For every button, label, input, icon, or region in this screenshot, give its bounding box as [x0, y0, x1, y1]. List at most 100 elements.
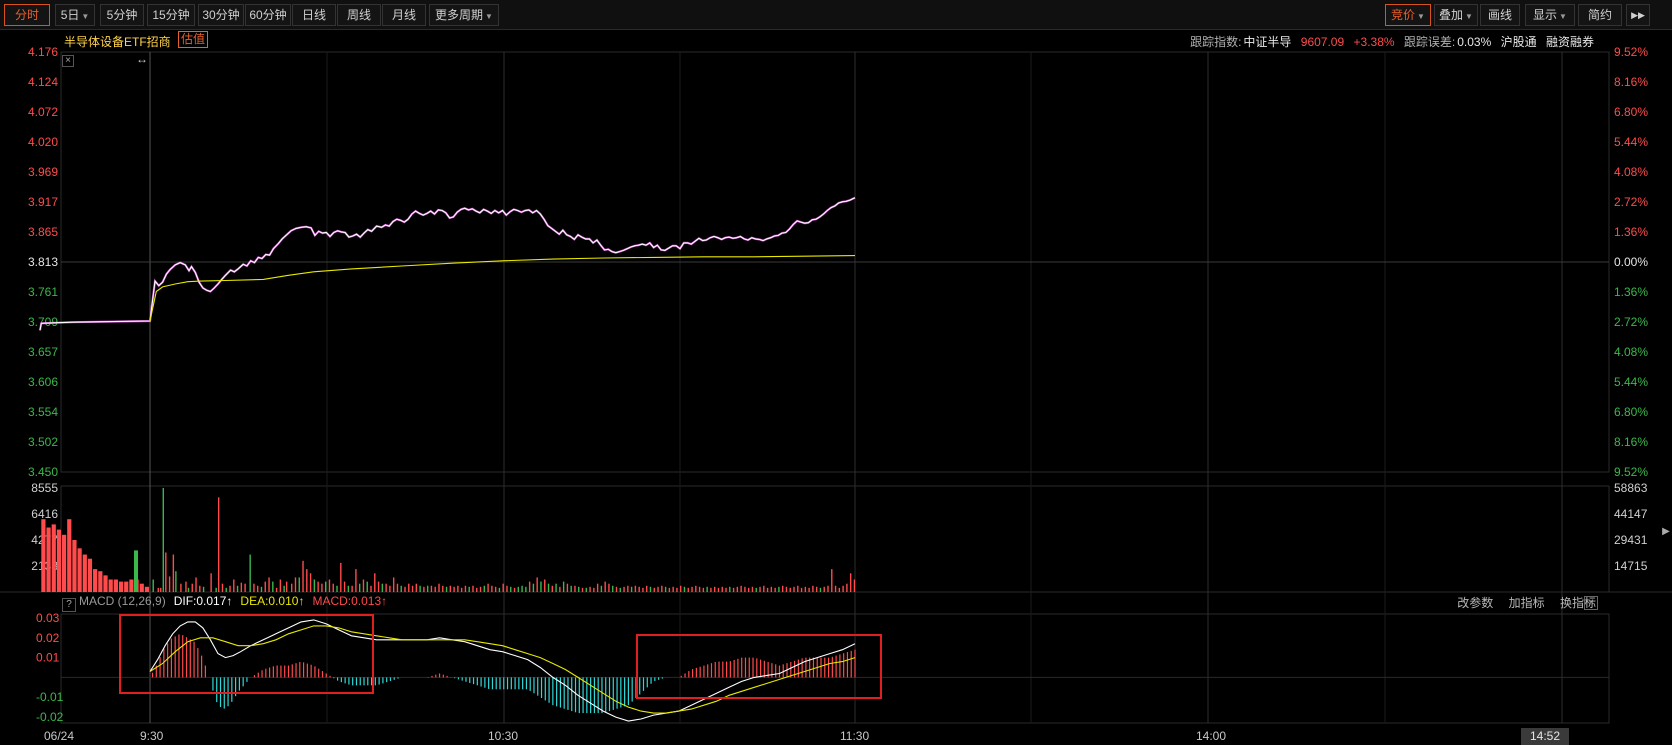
- volume-bar: [396, 583, 399, 592]
- add-indicator-button[interactable]: 加指标: [1509, 596, 1545, 610]
- volume-bar: [82, 554, 87, 592]
- intraday-chart: 4.176 4.124 4.072 4.020 3.969 3.917 3.865 3.813…: [0, 45, 1672, 743]
- volume-bar: [275, 587, 278, 592]
- volume-bar: [87, 558, 93, 592]
- volume-bar: [698, 586, 701, 592]
- volume-bar: [385, 583, 387, 592]
- volume-bar: [419, 585, 421, 592]
- volume-bar: [759, 586, 761, 592]
- volume-bar: [517, 586, 520, 592]
- volume-bar: [732, 587, 735, 592]
- volume-bar: [46, 527, 51, 592]
- help-icon[interactable]: ?: [62, 598, 76, 612]
- price-tick-label: 3.865: [28, 225, 58, 239]
- macd-tick-label: -0.01: [36, 690, 64, 704]
- volume-bar: [199, 585, 201, 592]
- volume-bar: [827, 585, 829, 592]
- volume-bar: [831, 569, 833, 592]
- macd-dea-value: DEA:0.010↑: [240, 594, 305, 608]
- volume-bar: [763, 585, 765, 592]
- price-tick-label: 3.761: [28, 285, 58, 299]
- volume-bar: [366, 581, 368, 592]
- volume-bar: [253, 583, 255, 592]
- volume-bar: [302, 560, 304, 592]
- pct-tick-label: 2.72%: [1614, 315, 1648, 329]
- volume-bar: [853, 579, 856, 592]
- volume-bar: [358, 583, 361, 592]
- volume-bar: [608, 583, 610, 592]
- volume-bar: [294, 577, 297, 592]
- volume-bar: [789, 587, 791, 592]
- volume-bar: [642, 587, 644, 592]
- volume-bar: [279, 579, 282, 592]
- volume-bar: [755, 587, 757, 592]
- volume-bar: [317, 581, 319, 592]
- volume-bar: [721, 586, 723, 592]
- price-tick-label: 3.502: [28, 435, 58, 449]
- volume-bar: [778, 586, 780, 592]
- volume-bar: [215, 587, 217, 592]
- volume-bar: [804, 586, 807, 592]
- volume-bar: [585, 587, 587, 592]
- price-tick-label: 4.020: [28, 135, 58, 149]
- volume-bar: [332, 583, 334, 592]
- volume-bar: [487, 583, 489, 592]
- volume-bar: [502, 583, 504, 592]
- volume-bar: [340, 562, 342, 592]
- volume-bar: [118, 581, 124, 592]
- volume-bar: [562, 581, 565, 592]
- volume-bar: [139, 583, 144, 592]
- volume-bar: [744, 586, 746, 592]
- volume-bar: [185, 581, 187, 592]
- pct-tick-label: 4.08%: [1614, 165, 1648, 179]
- price-tick-label: 3.813: [28, 255, 58, 269]
- volume-bar: [229, 585, 231, 592]
- volume-panel-border: [60, 485, 1610, 593]
- volume-bar: [797, 585, 799, 592]
- volume-bar: [834, 585, 837, 592]
- side-expand-icon[interactable]: ▶: [1660, 522, 1672, 542]
- volume-bar: [56, 529, 62, 592]
- volume-bar: [195, 577, 197, 592]
- volume-tick-label: 6416: [31, 507, 58, 521]
- volume-bar: [221, 583, 224, 592]
- macd-close-icon[interactable]: ×: [1584, 596, 1598, 610]
- volume-bar: [370, 585, 372, 592]
- volume-bar: [536, 577, 538, 592]
- volume-bar: [217, 497, 220, 592]
- edit-params-button[interactable]: 改参数: [1457, 596, 1493, 610]
- price-tick-label: 3.450: [28, 465, 58, 479]
- volume-bar: [283, 585, 285, 592]
- volume-bar: [426, 585, 429, 592]
- volume-bar: [291, 583, 293, 592]
- macd-tools: 改参数 加指标 换指标: [1445, 594, 1596, 611]
- volume-bar: [547, 583, 550, 592]
- volume-bar: [108, 579, 113, 592]
- volume-bar: [453, 586, 455, 592]
- volume-bar: [313, 579, 316, 592]
- volume-bar: [638, 586, 640, 592]
- volume-bar: [355, 569, 357, 592]
- volume-bar: [668, 587, 671, 592]
- volume-tick-label: 44147: [1614, 507, 1648, 521]
- macd-tick-label: 0.03: [36, 611, 60, 625]
- volume-bar: [623, 586, 625, 592]
- volume-bar: [244, 583, 246, 592]
- volume-bar: [736, 586, 739, 592]
- volume-bar: [747, 587, 750, 592]
- volume-tick-label: 8555: [31, 481, 58, 495]
- time-tick-label: 06/24: [44, 729, 74, 743]
- volume-bar: [532, 583, 535, 592]
- volume-bar: [664, 586, 667, 592]
- volume-bar: [374, 573, 376, 592]
- volume-bar: [540, 581, 542, 592]
- volume-bar: [476, 587, 478, 592]
- volume-bar: [676, 587, 678, 592]
- volume-bar: [129, 579, 134, 592]
- volume-bar: [309, 573, 312, 592]
- volume-bar: [249, 554, 251, 592]
- volume-bar: [306, 569, 308, 592]
- pct-tick-label: 0.00%: [1614, 255, 1648, 269]
- price-line-shadow: [38, 196, 856, 331]
- volume-bar: [498, 587, 501, 592]
